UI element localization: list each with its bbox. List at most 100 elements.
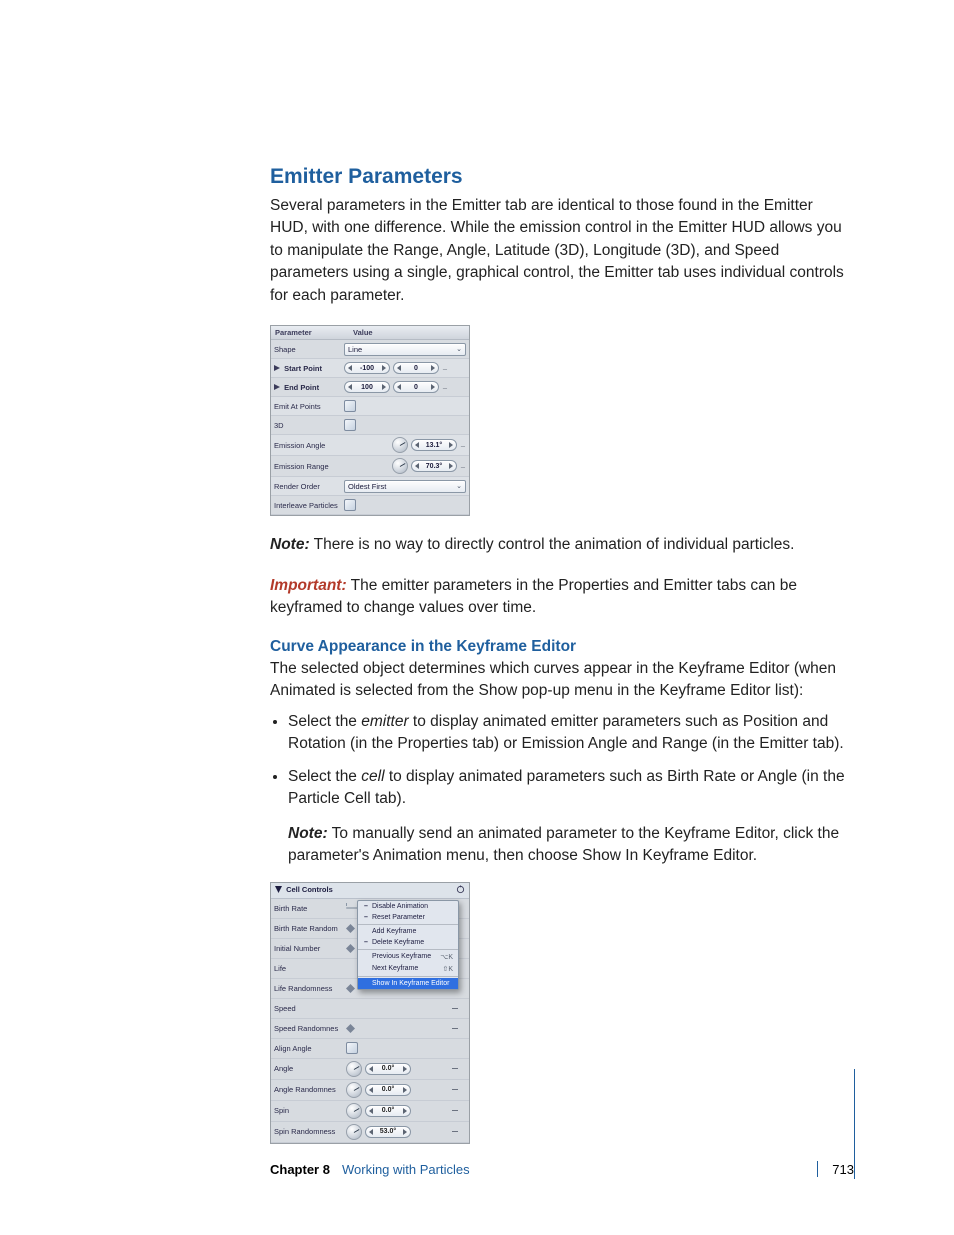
angle-dial[interactable] [392, 437, 408, 453]
row-spin: Spin 0.0° [271, 1101, 469, 1122]
menu-prev-keyframe[interactable]: Previous Keyframe⌥K [358, 951, 458, 963]
row-speed: Speed [271, 999, 469, 1019]
menu-next-keyframe[interactable]: Next Keyframe⇧K [358, 963, 458, 975]
label-interleave: Interleave Particles [274, 501, 344, 510]
footer-divider [817, 1161, 818, 1177]
row-angle: Angle 0.0° [271, 1059, 469, 1080]
emission-angle-stepper[interactable]: 13.1° [411, 439, 457, 451]
footer-page: 713 [832, 1162, 854, 1177]
cell-controls-panel: Cell Controls Birth Rate 201 × [270, 882, 470, 1144]
note-label: Note: [288, 825, 328, 842]
label-emission-range: Emission Range [274, 462, 344, 471]
row-menu-icon[interactable] [452, 1028, 458, 1029]
row-menu-icon[interactable] [452, 1110, 458, 1111]
label-render-order: Render Order [274, 482, 344, 491]
emission-range-stepper[interactable]: 70.3° [411, 460, 457, 472]
disclosure-icon[interactable] [274, 384, 280, 390]
row-menu-icon[interactable]: – [460, 441, 466, 450]
row-shape: Shape Line ⌄ [271, 340, 469, 359]
angle-random-stepper[interactable]: 0.0° [365, 1084, 411, 1096]
chevron-down-icon: ⌄ [456, 345, 462, 353]
spin-stepper[interactable]: 0.0° [365, 1105, 411, 1117]
disclosure-icon[interactable] [274, 365, 280, 371]
chevron-left-icon [348, 384, 352, 390]
start-y-stepper[interactable]: 0 [393, 362, 439, 374]
chevron-right-icon [449, 463, 453, 469]
label-emission-angle: Emission Angle [274, 441, 344, 450]
keyframe-icon[interactable] [346, 984, 355, 993]
panel-header: Parameter Value [271, 326, 469, 340]
row-emit-at-points: Emit At Points [271, 397, 469, 416]
end-x-stepper[interactable]: 100 [344, 381, 390, 393]
chevron-right-icon [403, 1087, 407, 1093]
row-menu-icon[interactable]: – [442, 364, 448, 373]
bullet-emitter: Select the emitter to display animated e… [288, 711, 854, 756]
header-value: Value [349, 326, 469, 339]
group-gear-icon[interactable] [456, 885, 465, 896]
row-emission-angle: Emission Angle 13.1° – [271, 435, 469, 456]
emitter-inspector-panel: Parameter Value Shape Line ⌄ Start Point… [270, 325, 470, 516]
align-angle-checkbox[interactable] [346, 1042, 358, 1054]
header-parameter: Parameter [271, 326, 349, 339]
3d-checkbox[interactable] [344, 419, 356, 431]
group-header[interactable]: Cell Controls [271, 883, 469, 899]
margin-rule [854, 1069, 855, 1179]
chevron-left-icon [415, 442, 419, 448]
chevron-right-icon [382, 365, 386, 371]
end-y-stepper[interactable]: 0 [393, 381, 439, 393]
note-paragraph: Note: There is no way to directly contro… [270, 534, 854, 556]
spin-random-stepper[interactable]: 53.0° [365, 1126, 411, 1138]
chevron-right-icon [403, 1129, 407, 1135]
animation-popup-menu[interactable]: –Disable Animation –Reset Parameter Add … [357, 900, 459, 990]
angle-dial[interactable] [346, 1082, 362, 1098]
row-start-point: Start Point -100 0 – [271, 359, 469, 378]
emit-at-points-checkbox[interactable] [344, 400, 356, 412]
angle-dial[interactable] [392, 458, 408, 474]
keyframe-icon[interactable] [346, 1024, 355, 1033]
footer-title: Working with Particles [342, 1162, 470, 1177]
keyframe-icon[interactable] [346, 924, 355, 933]
chevron-left-icon [348, 365, 352, 371]
render-order-dropdown[interactable]: Oldest First ⌄ [344, 480, 466, 493]
intro-paragraph: Several parameters in the Emitter tab ar… [270, 195, 854, 307]
row-emission-range: Emission Range 70.3° – [271, 456, 469, 477]
menu-disable-animation[interactable]: –Disable Animation [358, 901, 458, 912]
chevron-right-icon [382, 384, 386, 390]
row-align-angle: Align Angle [271, 1039, 469, 1059]
chevron-right-icon [431, 365, 435, 371]
row-menu-icon[interactable] [452, 1008, 458, 1009]
menu-show-in-keyframe-editor[interactable]: Show In Keyframe Editor [358, 978, 458, 989]
start-x-stepper[interactable]: -100 [344, 362, 390, 374]
subsection-intro: The selected object determines which cur… [270, 658, 854, 703]
row-spin-randomness: Spin Randomness 53.0° [271, 1122, 469, 1143]
row-menu-icon[interactable]: – [460, 462, 466, 471]
row-menu-icon[interactable] [452, 1131, 458, 1132]
shape-value: Line [348, 345, 362, 354]
row-angle-randomness: Angle Randomnes 0.0° [271, 1080, 469, 1101]
chevron-left-icon [369, 1087, 373, 1093]
interleave-checkbox[interactable] [344, 499, 356, 511]
row-end-point: End Point 100 0 – [271, 378, 469, 397]
menu-reset-parameter[interactable]: –Reset Parameter [358, 912, 458, 923]
row-menu-icon[interactable] [452, 1068, 458, 1069]
angle-dial[interactable] [346, 1061, 362, 1077]
important-label: Important: [270, 577, 347, 594]
row-render-order: Render Order Oldest First ⌄ [271, 477, 469, 496]
chevron-right-icon [431, 384, 435, 390]
angle-stepper[interactable]: 0.0° [365, 1063, 411, 1075]
keyframe-icon[interactable] [346, 944, 355, 953]
shape-dropdown[interactable]: Line ⌄ [344, 343, 466, 356]
angle-dial[interactable] [346, 1124, 362, 1140]
angle-dial[interactable] [346, 1103, 362, 1119]
page-footer: Chapter 8 Working with Particles 713 [270, 1161, 854, 1177]
label-3d: 3D [274, 421, 344, 430]
chevron-right-icon [403, 1066, 407, 1072]
chevron-down-icon: ⌄ [456, 482, 462, 490]
row-menu-icon[interactable]: – [442, 383, 448, 392]
menu-delete-keyframe[interactable]: –Delete Keyframe [358, 937, 458, 948]
chevron-left-icon [369, 1108, 373, 1114]
important-paragraph: Important: The emitter parameters in the… [270, 575, 854, 620]
chevron-right-icon [403, 1108, 407, 1114]
menu-add-keyframe[interactable]: Add Keyframe [358, 926, 458, 937]
row-menu-icon[interactable] [452, 1089, 458, 1090]
